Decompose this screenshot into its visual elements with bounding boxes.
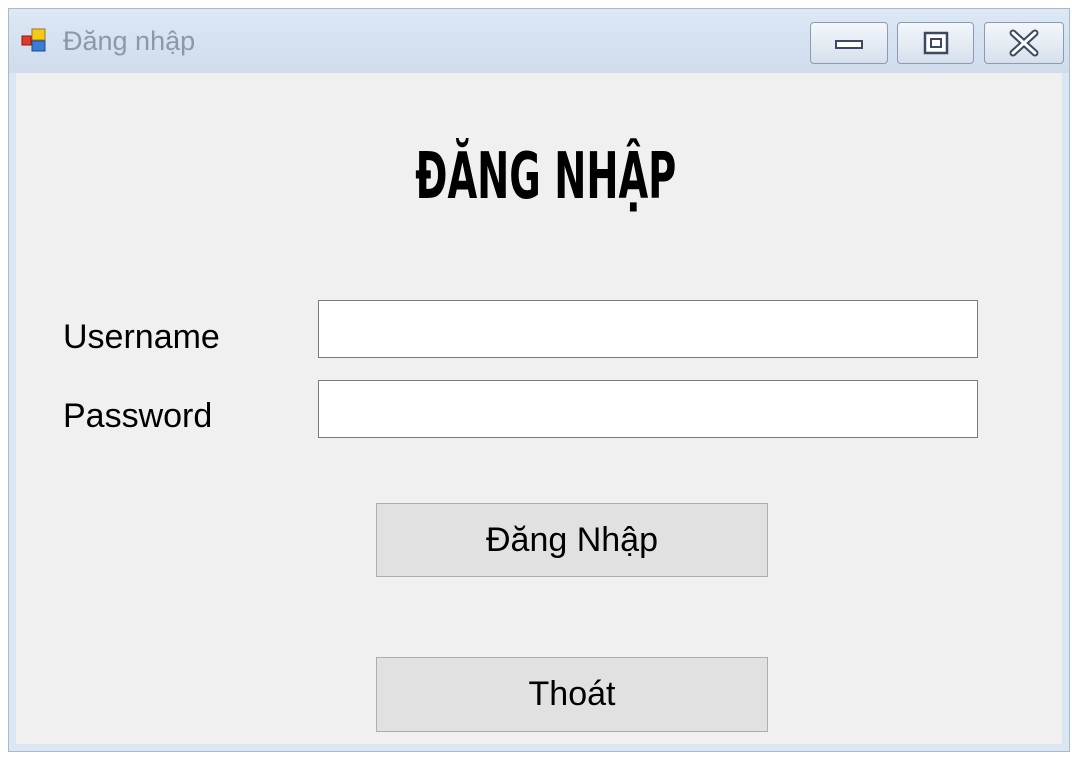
exit-button[interactable]: Thoát	[376, 657, 768, 732]
login-button[interactable]: Đăng Nhập	[376, 503, 768, 577]
username-label: Username	[63, 318, 220, 356]
title-bar[interactable]: Đăng nhập	[9, 9, 1069, 73]
login-window: Đăng nhập ĐĂNG NHẬP Username Password Đă…	[8, 8, 1070, 752]
maximize-icon	[923, 31, 948, 55]
password-input[interactable]	[318, 380, 978, 438]
minimize-button[interactable]	[810, 22, 888, 64]
close-button[interactable]	[984, 22, 1064, 64]
page-title: ĐĂNG NHẬP	[415, 140, 677, 214]
window-title: Đăng nhập	[63, 26, 196, 56]
username-input[interactable]	[318, 300, 978, 358]
app-window-icon	[21, 27, 47, 53]
password-label: Password	[63, 397, 213, 435]
minimize-icon	[835, 40, 863, 49]
close-icon	[1009, 29, 1039, 57]
form-area: ĐĂNG NHẬP Username Password Đăng Nhập Th…	[16, 73, 1062, 744]
maximize-button[interactable]	[897, 22, 974, 64]
